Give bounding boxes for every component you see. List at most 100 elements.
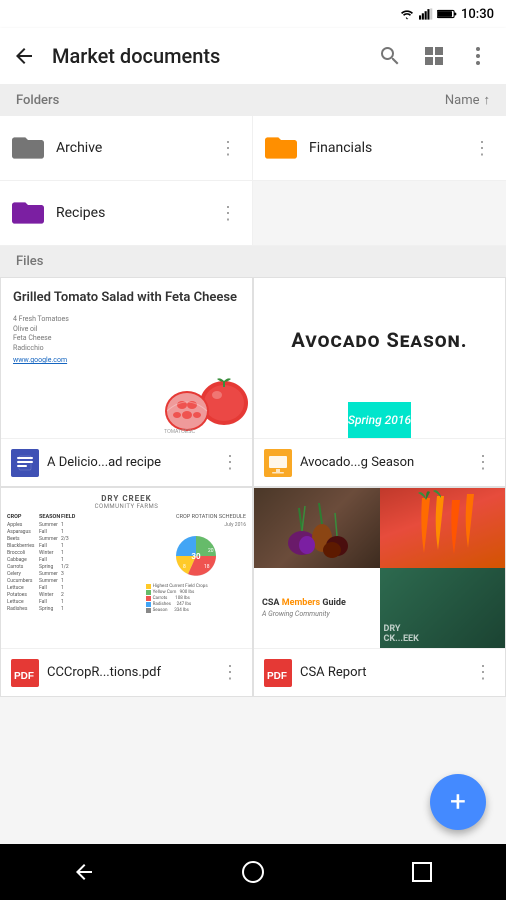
folders-label: Folders [16, 93, 59, 108]
fab-plus-icon: + [450, 788, 466, 816]
svg-text:8: 8 [183, 564, 186, 570]
nav-home-icon [241, 860, 265, 884]
wifi-icon [399, 8, 415, 20]
file-name-avocado: Avocado...g Season [300, 455, 463, 470]
signal-icon [419, 8, 433, 20]
csa-vegetables-svg [277, 488, 357, 568]
status-time: 10:30 [461, 7, 494, 22]
file-card-tomato[interactable]: Grilled Tomato Salad with Feta Cheese 4 … [1, 278, 252, 486]
docs-icon [11, 449, 39, 477]
csa-image-1 [254, 488, 380, 568]
folder-item-financials[interactable]: Financials ⋮ [253, 116, 506, 181]
nav-recents-button[interactable] [392, 844, 452, 900]
files-grid: Grilled Tomato Salad with Feta Cheese 4 … [0, 277, 506, 697]
folder-empty-slot [253, 181, 506, 246]
csa-carrots-svg [402, 488, 482, 568]
sort-button[interactable]: Name ↑ [445, 92, 490, 108]
file-card-avocado[interactable]: Avocado Season. Spring 2016 Avocado...g [254, 278, 505, 486]
crop-chart-title: CROP ROTATION SCHEDULE [146, 514, 246, 520]
folder-icon-recipes [12, 197, 44, 229]
status-bar: 10:30 [0, 0, 506, 28]
tomato-illustration: TOMATOESC [162, 351, 252, 436]
status-icons: 10:30 [399, 7, 494, 22]
file-card-crop[interactable]: DRY CREEK COMMUNITY FARMS CROP SEASON FI… [1, 488, 252, 696]
crop-chart-month: July 2016 [146, 522, 246, 528]
folder-item-archive[interactable]: Archive ⋮ [0, 116, 253, 181]
nav-back-icon [72, 860, 96, 884]
folder-more-recipes[interactable]: ⋮ [216, 201, 240, 225]
file-type-icon-crop: PDF [11, 659, 39, 687]
grid-view-button[interactable] [414, 36, 454, 76]
folder-icon-financials [265, 132, 297, 164]
tomato-ingredients: 4 Fresh TomatoesOlive oilFeta CheeseRadi… [13, 315, 240, 354]
sort-label: Name [445, 93, 480, 108]
search-button[interactable] [370, 36, 410, 76]
csa-text-area: CSA Members Guide A Growing Community [254, 568, 380, 648]
crop-chart-area: CROP ROTATION SCHEDULE July 2016 [146, 514, 246, 613]
folder-more-financials[interactable]: ⋮ [470, 136, 494, 160]
file-type-icon-tomato [11, 449, 39, 477]
slides-icon [264, 449, 292, 477]
files-section-header: Files [0, 246, 506, 277]
file-type-icon-csa: PDF [264, 659, 292, 687]
back-arrow-icon [12, 44, 36, 68]
pdf-icon-crop: PDF [11, 659, 39, 687]
folder-item-recipes[interactable]: Recipes ⋮ [0, 181, 253, 246]
csa-report-title: CSA Members Guide [262, 598, 372, 608]
sort-arrow-icon: ↑ [484, 92, 491, 108]
bottom-navigation [0, 844, 506, 900]
crop-farm-sub: COMMUNITY FARMS [7, 503, 246, 510]
fab-button[interactable]: + [430, 774, 486, 830]
back-button[interactable] [4, 36, 44, 76]
avocado-banner: Spring 2016 [348, 402, 411, 438]
csa-dk-text: DRYCK...EEK [384, 624, 419, 644]
avocado-title-area: Avocado Season. [275, 278, 483, 402]
grid-icon [422, 44, 446, 68]
app-bar: Market documents [0, 28, 506, 84]
pdf-icon-csa: PDF [264, 659, 292, 687]
file-more-avocado[interactable]: ⋮ [471, 451, 495, 475]
file-footer-avocado: Avocado...g Season ⋮ [254, 438, 505, 486]
folder-name-recipes: Recipes [56, 205, 204, 221]
folder-name-archive: Archive [56, 140, 204, 156]
crop-pie-chart: 30 20 18 8 [170, 530, 222, 582]
nav-home-button[interactable] [223, 844, 283, 900]
svg-text:PDF: PDF [267, 671, 287, 682]
file-more-csa[interactable]: ⋮ [471, 661, 495, 685]
main-content: Folders Name ↑ Archive ⋮ Financials ⋮ [0, 84, 506, 844]
file-preview-crop: DRY CREEK COMMUNITY FARMS CROP SEASON FI… [1, 488, 252, 648]
csa-report-subtitle: A Growing Community [262, 610, 372, 618]
file-more-crop[interactable]: ⋮ [218, 661, 242, 685]
folder-more-archive[interactable]: ⋮ [216, 136, 240, 160]
file-name-tomato: A Delicio...ad recipe [47, 455, 210, 470]
file-footer-csa: PDF CSA Report ⋮ [254, 648, 505, 696]
csa-image-2 [380, 488, 506, 568]
svg-text:30: 30 [191, 552, 201, 561]
nav-back-button[interactable] [54, 844, 114, 900]
page-title: Market documents [52, 44, 362, 68]
file-card-csa[interactable]: CSA Members Guide A Growing Community DR… [254, 488, 505, 696]
folder-icon-archive [12, 132, 44, 164]
file-preview-csa: CSA Members Guide A Growing Community DR… [254, 488, 505, 648]
folders-grid: Archive ⋮ Financials ⋮ Recipes ⋮ [0, 116, 506, 246]
file-name-csa: CSA Report [300, 665, 463, 680]
file-preview-tomato: Grilled Tomato Salad with Feta Cheese 4 … [1, 278, 252, 438]
folder-name-financials: Financials [309, 140, 458, 156]
files-label: Files [16, 254, 43, 269]
folders-section-header: Folders Name ↑ [0, 84, 506, 116]
file-type-icon-avocado [264, 449, 292, 477]
search-icon [378, 44, 402, 68]
file-footer-crop: PDF CCCropR...tions.pdf ⋮ [1, 648, 252, 696]
more-options-button[interactable] [458, 36, 498, 76]
file-more-tomato[interactable]: ⋮ [218, 451, 242, 475]
svg-text:20: 20 [208, 548, 214, 554]
file-footer-tomato: A Delicio...ad recipe ⋮ [1, 438, 252, 486]
file-preview-avocado: Avocado Season. Spring 2016 [254, 278, 505, 438]
app-bar-actions [370, 36, 498, 76]
avocado-title-text: Avocado Season. [291, 328, 467, 352]
avocado-banner-text: Spring 2016 [348, 413, 411, 427]
svg-text:18: 18 [204, 564, 210, 570]
nav-recents-icon [410, 860, 434, 884]
file-name-crop: CCCropR...tions.pdf [47, 665, 210, 680]
svg-text:TOMATOESC: TOMATOESC [164, 429, 196, 435]
